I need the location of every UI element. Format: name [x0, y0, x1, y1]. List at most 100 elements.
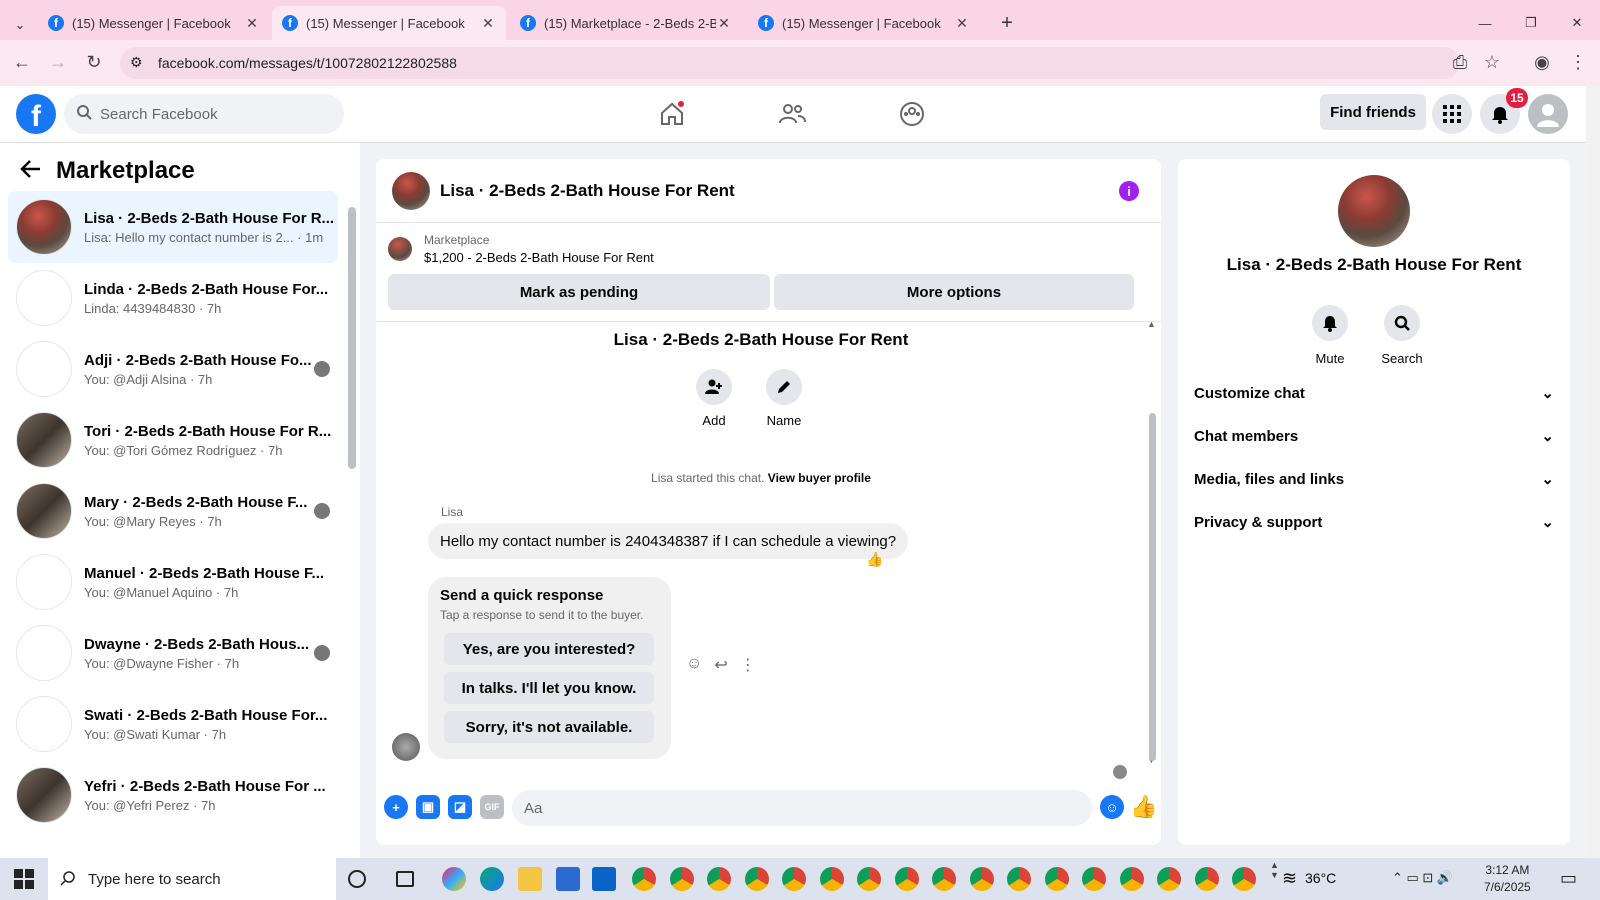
listing-banner[interactable]: Marketplace $1,200 - 2-Beds 2-Bath House… — [388, 233, 654, 265]
chrome-window-icon[interactable] — [632, 867, 656, 891]
chat-members-row[interactable]: Chat members ⌄ — [1194, 427, 1554, 446]
conversation-item[interactable]: Mary · 2-Beds 2-Bath House F... You: @Mar… — [8, 475, 338, 547]
chrome-window-icon[interactable] — [1157, 867, 1181, 891]
facebook-logo[interactable]: f — [16, 94, 56, 134]
bookmark-star-icon[interactable]: ☆ — [1480, 50, 1504, 74]
windows-start-icon[interactable] — [14, 869, 34, 892]
add-people-button[interactable]: Add — [674, 369, 754, 428]
chrome-window-icon[interactable] — [782, 867, 806, 891]
chrome-window-icon[interactable] — [1044, 867, 1069, 891]
sender-avatar[interactable] — [392, 733, 420, 761]
menu-grid-icon[interactable] — [1432, 94, 1472, 134]
chat-scrollbar[interactable] — [1149, 413, 1156, 761]
photo-icon[interactable]: ▣ — [416, 795, 440, 819]
message-bubble[interactable]: Hello my contact number is 2404348387 if… — [428, 523, 909, 559]
reply-icon[interactable]: ↩ — [714, 655, 727, 675]
chat-avatar[interactable] — [392, 171, 430, 210]
back-arrow-icon[interactable]: ← — [10, 50, 34, 74]
system-tray-icons[interactable]: ⌃ ▭ ⊡ 🔊 — [1392, 870, 1453, 886]
chrome-window-icon[interactable] — [857, 867, 881, 891]
chrome-window-icon[interactable] — [1232, 867, 1256, 891]
chrome-window-icon[interactable] — [1194, 867, 1219, 891]
quick-response-yes-button[interactable]: Yes, are you interested? — [444, 633, 654, 665]
browser-tab-2[interactable]: f (15) Messenger | Facebook ✕ — [272, 6, 506, 40]
url-field[interactable]: ⚙ facebook.com/messages/t/10072802122802… — [120, 47, 1460, 79]
sticker-icon[interactable]: ◪ — [448, 795, 472, 819]
emoji-icon[interactable]: ☺ — [1100, 795, 1124, 819]
edge-icon[interactable] — [480, 867, 504, 891]
more-actions-icon[interactable]: ⋮ — [740, 655, 756, 675]
temperature[interactable]: 36°C — [1305, 870, 1336, 886]
thumbs-up-reaction[interactable]: 👍 — [866, 551, 883, 568]
search-in-chat-button[interactable]: Search — [1372, 305, 1432, 366]
window-close-icon[interactable]: ✕ — [1562, 6, 1592, 40]
mute-button[interactable]: Mute — [1300, 305, 1360, 366]
chrome-window-icon[interactable] — [1007, 867, 1031, 891]
search-input[interactable]: Search Facebook — [64, 94, 344, 134]
quick-response-not-available-button[interactable]: Sorry, it's not available. — [444, 711, 654, 743]
plus-icon[interactable]: + — [384, 795, 408, 819]
close-tab-icon[interactable]: ✕ — [716, 15, 732, 32]
message-input[interactable]: Aa — [512, 790, 1092, 826]
details-avatar[interactable] — [1338, 175, 1410, 247]
quick-response-in-talks-button[interactable]: In talks. I'll let you know. — [444, 672, 654, 704]
back-arrow-icon[interactable] — [20, 159, 42, 185]
privacy-support-row[interactable]: Privacy & support ⌄ — [1194, 513, 1554, 532]
scroll-up-arrow-icon[interactable]: ▲ — [1147, 319, 1156, 329]
chrome-window-icon[interactable] — [894, 867, 919, 891]
gif-icon[interactable]: GIF — [480, 795, 504, 819]
cortana-icon[interactable] — [348, 870, 366, 888]
friends-icon[interactable] — [776, 98, 808, 130]
browser-tab-1[interactable]: f (15) Messenger | Facebook ✕ — [38, 6, 270, 40]
tab-list-chevron-icon[interactable]: ⌄ — [4, 8, 36, 42]
weather-icon[interactable]: ≋ — [1282, 868, 1297, 889]
chrome-window-icon[interactable] — [932, 867, 956, 891]
file-explorer-icon[interactable] — [518, 867, 542, 891]
restore-icon[interactable]: ❐ — [1516, 6, 1546, 40]
chrome-window-icon[interactable] — [1119, 867, 1144, 891]
reload-icon[interactable]: ↻ — [82, 50, 106, 74]
chat-title[interactable]: Lisa · 2-Beds 2-Bath House For Rent — [440, 181, 735, 201]
install-app-icon[interactable]: ⎙ — [1448, 50, 1472, 74]
browser-tab-4[interactable]: f (15) Messenger | Facebook ✕ — [748, 6, 980, 40]
conversation-item[interactable]: Manuel · 2-Beds 2-Bath House F... You: @M… — [8, 546, 338, 618]
chrome-window-icon[interactable] — [669, 867, 694, 891]
chrome-window-icon[interactable] — [744, 867, 769, 891]
site-info-icon[interactable]: ⚙ — [130, 54, 143, 71]
conversation-item[interactable]: Swati · 2-Beds 2-Bath House For... You: @… — [8, 688, 338, 760]
close-tab-icon[interactable]: ✕ — [244, 15, 260, 32]
name-chat-button[interactable]: Name — [744, 369, 824, 428]
conversation-item[interactable]: Linda · 2-Beds 2-Bath House For... Linda:… — [8, 262, 338, 334]
chrome-window-icon[interactable] — [819, 867, 844, 891]
like-thumbs-up-icon[interactable]: 👍 — [1130, 794, 1157, 819]
profile-icon[interactable]: ◉ — [1530, 50, 1554, 74]
task-view-icon[interactable] — [396, 871, 414, 887]
chrome-window-icon[interactable] — [1082, 867, 1106, 891]
groups-icon[interactable] — [896, 98, 928, 130]
view-buyer-profile-link[interactable]: View buyer profile — [768, 471, 871, 485]
info-icon[interactable]: i — [1119, 181, 1139, 201]
chrome-window-icon[interactable] — [969, 867, 994, 891]
close-tab-icon[interactable]: ✕ — [954, 15, 970, 32]
outlook-icon[interactable] — [592, 867, 616, 891]
store-icon[interactable] — [556, 867, 580, 891]
forward-arrow-icon[interactable]: → — [46, 50, 70, 74]
account-avatar[interactable] — [1528, 94, 1568, 134]
more-options-button[interactable]: More options — [774, 274, 1134, 310]
copilot-icon[interactable] — [442, 867, 466, 891]
media-files-links-row[interactable]: Media, files and links ⌄ — [1194, 470, 1554, 489]
clock[interactable]: 3:12 AM 7/6/2025 — [1484, 862, 1531, 896]
left-scrollbar[interactable] — [348, 207, 356, 469]
conversation-item[interactable]: Dwayne · 2-Beds 2-Bath Hous... You: @Dway… — [8, 617, 338, 689]
mark-as-pending-button[interactable]: Mark as pending — [388, 274, 770, 310]
conversation-item[interactable]: Tori · 2-Beds 2-Bath House For R... You: … — [8, 404, 338, 476]
chrome-window-icon[interactable] — [707, 867, 731, 891]
page-scrollbar[interactable] — [1586, 86, 1600, 858]
browser-tab-3[interactable]: f (15) Marketplace - 2-Beds 2-Ba ✕ — [510, 6, 742, 40]
find-friends-button[interactable]: Find friends — [1320, 94, 1426, 130]
conversation-item[interactable]: Yefri · 2-Beds 2-Bath House For ... You: … — [8, 759, 338, 831]
emoji-react-icon[interactable]: ☺ — [686, 655, 702, 675]
conversation-item[interactable]: Adji · 2-Beds 2-Bath House Fo... You: @Ad… — [8, 333, 338, 405]
browser-menu-icon[interactable]: ⋮ — [1566, 50, 1590, 74]
customize-chat-row[interactable]: Customize chat ⌄ — [1194, 384, 1554, 403]
